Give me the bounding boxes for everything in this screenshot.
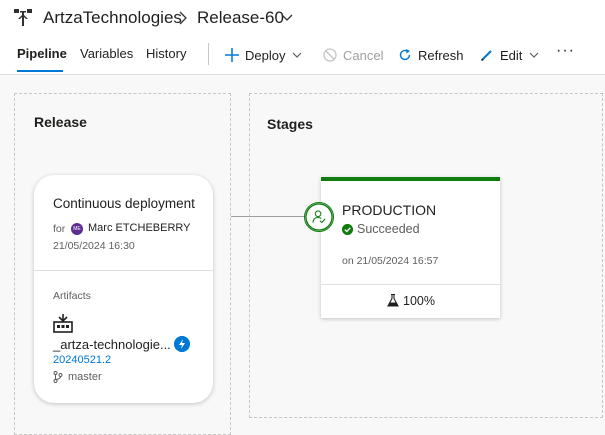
chevron-down-icon (529, 52, 539, 58)
edit-button[interactable]: Edit (480, 44, 539, 66)
trigger-date: 21/05/2024 16:30 (53, 240, 135, 252)
check-icon (342, 224, 353, 235)
active-tab-indicator (17, 70, 63, 72)
tab-pipeline[interactable]: Pipeline (17, 46, 67, 61)
stage-name[interactable]: PRODUCTION (342, 202, 436, 218)
card-divider (34, 270, 213, 271)
tab-variables[interactable]: Variables (80, 46, 133, 61)
trigger-user: Marc ETCHEBERRY (88, 222, 191, 234)
approver-icon[interactable] (304, 202, 334, 232)
stages-panel-title: Stages (267, 116, 313, 132)
stage-status-bar (321, 177, 500, 181)
tests-pass-percent[interactable]: 100% (403, 294, 435, 308)
build-artifact-icon (53, 314, 73, 333)
pipeline-icon (14, 9, 32, 26)
refresh-icon (399, 49, 411, 61)
artifacts-label: Artifacts (53, 290, 91, 302)
breadcrumb-release[interactable]: Release-60 (197, 8, 284, 28)
avatar: ME (71, 223, 83, 235)
stage-card-production[interactable]: PRODUCTION Succeeded on 21/05/2024 16:57… (321, 177, 500, 318)
deploy-label: Deploy (245, 47, 286, 63)
chevron-down-icon[interactable] (281, 13, 293, 23)
breadcrumb-project[interactable]: ArtzaTechnologies (43, 8, 182, 28)
plus-icon (225, 48, 239, 62)
flask-icon (387, 294, 399, 307)
deploy-button[interactable]: Deploy (225, 44, 302, 66)
cancel-label: Cancel (343, 47, 384, 63)
stage-connector (231, 216, 306, 217)
more-actions-button[interactable]: ··· (556, 42, 575, 60)
tab-history[interactable]: History (146, 46, 186, 61)
release-card[interactable]: Continuous deployment for ME Marc ETCHEB… (34, 175, 213, 403)
artifact-name[interactable]: _artza-technologie... (53, 337, 171, 352)
header: ArtzaTechnologies Release-60 (0, 0, 605, 36)
chevron-right-icon (179, 11, 187, 25)
refresh-button[interactable]: Refresh (398, 44, 464, 66)
trigger-section[interactable]: Continuous deployment for ME Marc ETCHEB… (34, 175, 213, 271)
stage-date: on 21/05/2024 16:57 (342, 255, 439, 267)
stage-status: Succeeded (357, 222, 420, 236)
trigger-title: Continuous deployment (53, 196, 195, 211)
stage-divider (321, 284, 500, 285)
branch-icon (53, 371, 63, 383)
for-label: for (53, 223, 66, 235)
artifact-build-link[interactable]: 20240521.2 (53, 354, 111, 366)
edit-icon (480, 50, 492, 62)
cancel-icon (323, 48, 337, 62)
chevron-down-icon (293, 52, 302, 58)
cancel-button[interactable]: Cancel (323, 44, 383, 66)
edit-label: Edit (500, 47, 523, 63)
trigger-icon[interactable] (174, 336, 190, 352)
artifact-branch: master (68, 371, 102, 383)
toolbar-divider (208, 43, 209, 65)
refresh-label: Refresh (418, 47, 464, 63)
release-panel-title: Release (34, 114, 87, 130)
tab-bar: Pipeline Variables History Deploy Cancel… (0, 40, 605, 74)
